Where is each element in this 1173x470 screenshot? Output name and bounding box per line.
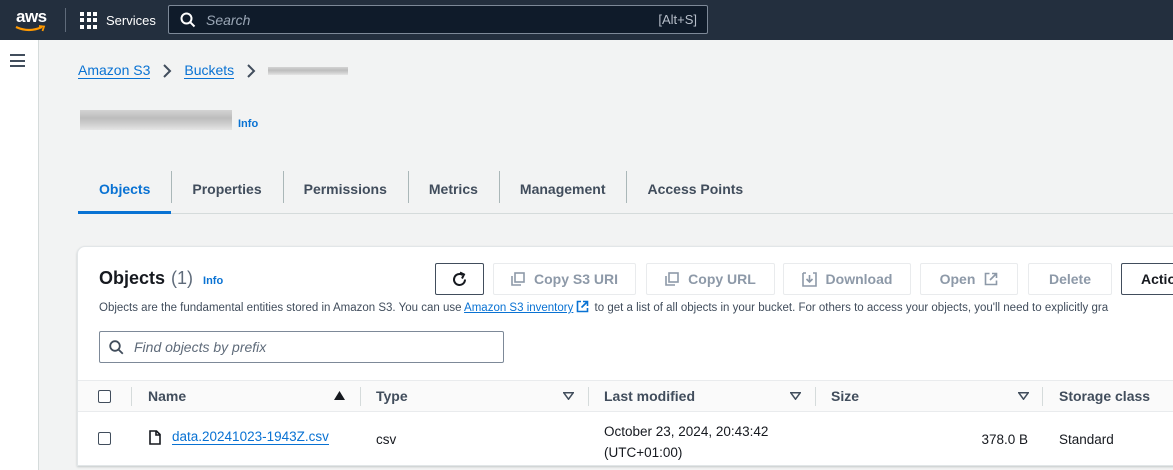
- objects-table-header: Name Type Last modified Size Storage cla…: [78, 380, 1173, 412]
- refresh-icon: [453, 271, 466, 286]
- select-all-checkbox[interactable]: [98, 389, 111, 403]
- row-size-cell: 378.0 B: [981, 432, 1028, 447]
- find-objects-input[interactable]: [134, 339, 474, 355]
- search-icon: [180, 12, 196, 27]
- delete-button[interactable]: Delete: [1028, 263, 1112, 295]
- column-header-name[interactable]: Name: [148, 381, 348, 411]
- global-search-input[interactable]: [206, 11, 626, 28]
- column-header-last-modified[interactable]: Last modified: [604, 381, 804, 411]
- breadcrumb-bucket-name-redacted: [268, 66, 349, 75]
- objects-info-link[interactable]: Info: [203, 275, 223, 287]
- select-all-cell: [98, 381, 111, 411]
- column-divider: [360, 387, 361, 406]
- search-shortcut-hint: [Alt+S]: [658, 12, 697, 27]
- objects-panel: Objects (1) Info Objects are the fundame…: [77, 246, 1173, 466]
- global-search-box[interactable]: [Alt+S]: [168, 5, 708, 34]
- column-size-label: Size: [831, 388, 860, 404]
- column-header-type[interactable]: Type: [376, 381, 576, 411]
- sort-descending-icon: [790, 392, 801, 400]
- column-divider: [1042, 387, 1043, 406]
- find-objects-box[interactable]: [99, 331, 504, 363]
- row-name-cell: data.20241023-1943Z.csv: [149, 429, 329, 445]
- chevron-right-icon: [163, 63, 172, 78]
- download-label: Download: [825, 271, 893, 287]
- objects-header: Objects (1) Info: [99, 268, 223, 289]
- chevron-right-icon: [247, 63, 256, 78]
- aws-smile-icon: [15, 25, 46, 32]
- tab-metrics[interactable]: Metrics: [407, 166, 499, 212]
- download-icon: [801, 271, 817, 287]
- row-type-cell: csv: [376, 432, 397, 447]
- breadcrumb-buckets[interactable]: Buckets: [184, 62, 235, 79]
- bucket-tabs: Objects Properties Permissions Metrics M…: [78, 166, 1173, 214]
- search-icon: [109, 339, 124, 354]
- objects-count: (1): [171, 268, 194, 288]
- column-last-modified-label: Last modified: [604, 388, 696, 404]
- open-button[interactable]: Open: [920, 263, 1018, 295]
- column-divider: [815, 387, 816, 406]
- file-icon: [149, 429, 161, 445]
- column-divider: [588, 387, 589, 406]
- external-link-icon: [577, 300, 589, 313]
- sort-descending-icon: [1018, 392, 1029, 400]
- breadcrumb-amazon-s3[interactable]: Amazon S3: [78, 62, 151, 79]
- aws-logo[interactable]: aws: [14, 7, 50, 33]
- tab-access-points[interactable]: Access Points: [626, 166, 764, 212]
- copy-icon: [665, 272, 679, 286]
- last-modified-date: October 23, 2024, 20:43:42: [604, 424, 769, 439]
- open-label: Open: [939, 271, 976, 287]
- bucket-name-redacted: [80, 110, 232, 130]
- tab-objects[interactable]: Objects: [78, 166, 172, 214]
- copy-url-button[interactable]: Copy URL: [646, 263, 775, 295]
- aws-logo-text: aws: [16, 7, 47, 26]
- top-navigation: aws Services [Alt+S]: [0, 0, 1173, 40]
- copy-s3-uri-label: Copy S3 URI: [533, 271, 618, 287]
- page-info-link[interactable]: Info: [238, 118, 258, 130]
- row-last-modified-cell: October 23, 2024, 20:43:42 (UTC+01:00): [604, 421, 768, 463]
- sort-ascending-icon: [334, 391, 345, 400]
- column-header-storage-class[interactable]: Storage class: [1059, 381, 1173, 411]
- column-type-label: Type: [376, 388, 408, 404]
- copy-icon: [511, 272, 525, 286]
- row-storage-class-cell: Standard: [1059, 432, 1114, 447]
- objects-description: Objects are the fundamental entities sto…: [99, 300, 1108, 314]
- download-button[interactable]: Download: [783, 263, 911, 295]
- delete-label: Delete: [1048, 271, 1092, 287]
- column-divider: [131, 387, 132, 406]
- last-modified-timezone: (UTC+01:00): [604, 445, 683, 460]
- column-header-size[interactable]: Size: [831, 381, 1031, 411]
- row-checkbox[interactable]: [98, 432, 111, 445]
- table-row: data.20241023-1943Z.csv csv October 23, …: [78, 412, 1173, 467]
- tab-properties[interactable]: Properties: [171, 166, 282, 212]
- menu-icon[interactable]: [10, 54, 26, 67]
- copy-url-label: Copy URL: [688, 271, 756, 287]
- services-menu-button[interactable]: Services: [80, 10, 156, 30]
- s3-inventory-link[interactable]: Amazon S3 inventory: [464, 302, 573, 314]
- services-grid-icon: [80, 11, 97, 29]
- column-storage-class-label: Storage class: [1059, 388, 1151, 404]
- nav-divider: [65, 8, 66, 32]
- tab-management[interactable]: Management: [498, 166, 627, 212]
- copy-s3-uri-button[interactable]: Copy S3 URI: [493, 263, 636, 295]
- object-name-link[interactable]: data.20241023-1943Z.csv: [172, 429, 329, 445]
- actions-button[interactable]: Actio: [1121, 263, 1173, 295]
- objects-description-text-2: to get a list of all objects in your buc…: [591, 302, 1109, 314]
- tab-permissions[interactable]: Permissions: [282, 166, 408, 212]
- actions-label: Actio: [1141, 271, 1173, 287]
- side-navigation-rail: [0, 40, 39, 470]
- objects-title: Objects: [99, 268, 166, 288]
- row-select-cell: [98, 432, 111, 445]
- column-name-label: Name: [148, 388, 187, 404]
- sort-descending-icon: [563, 392, 574, 400]
- external-link-icon: [985, 272, 998, 286]
- objects-description-text-1: Objects are the fundamental entities sto…: [99, 302, 465, 314]
- breadcrumb: Amazon S3 Buckets: [78, 62, 349, 79]
- page-title: Info: [80, 110, 258, 130]
- refresh-button[interactable]: [435, 263, 484, 295]
- services-label: Services: [106, 12, 156, 28]
